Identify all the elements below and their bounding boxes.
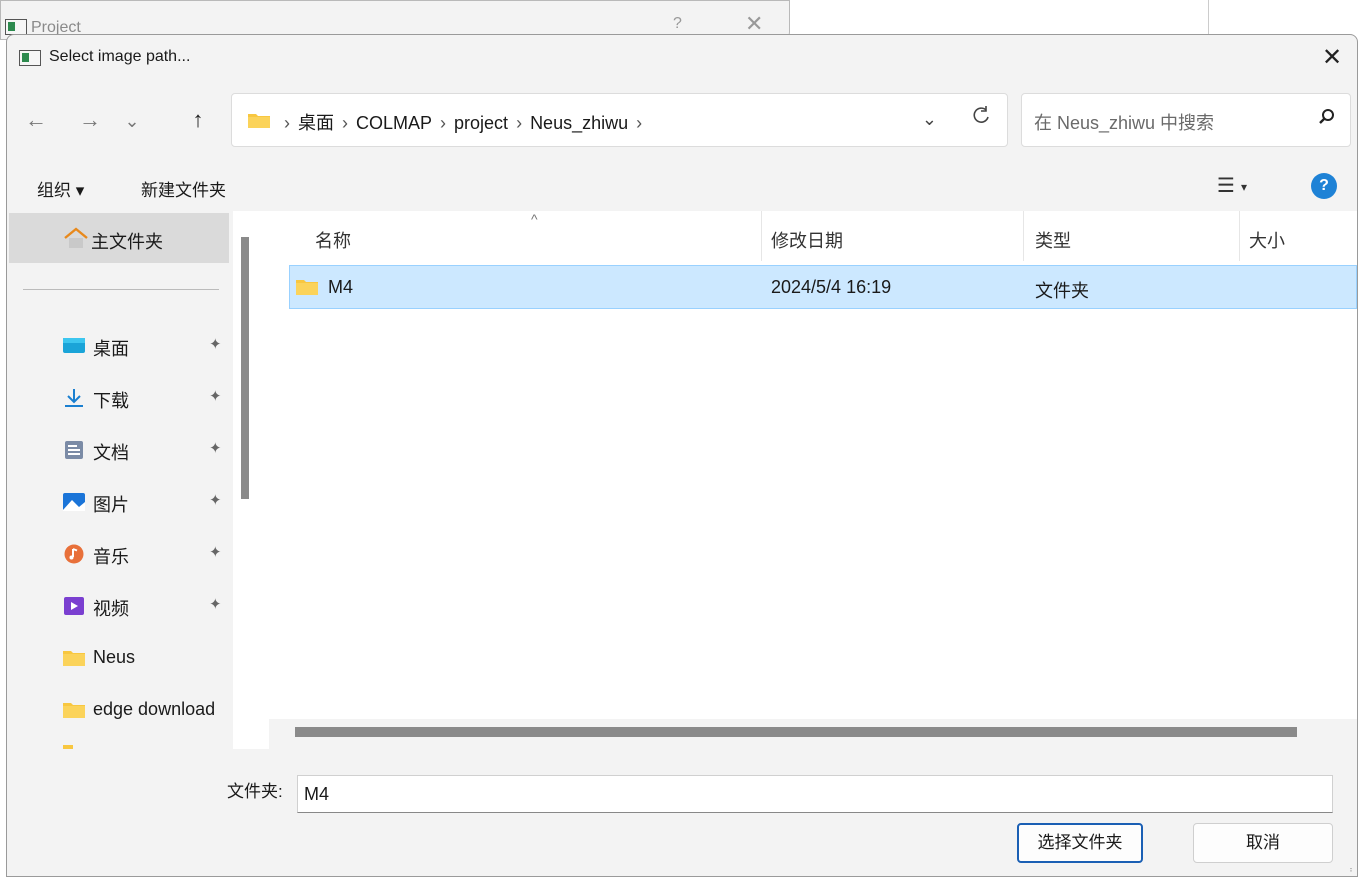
sidebar-item-label: 下载 (93, 391, 129, 411)
folder-label: 文件夹: (227, 782, 283, 801)
breadcrumb-colmap[interactable]: COLMAP (356, 113, 432, 133)
pin-icon[interactable]: ✦ (209, 595, 222, 613)
dialog-app-icon (19, 50, 41, 66)
folder-icon (296, 280, 318, 295)
list-view-icon: ☰ (1217, 175, 1235, 197)
select-folder-button[interactable]: 选择文件夹 (1017, 823, 1143, 863)
sidebar-item-desktop[interactable]: 桌面 ✦ (63, 333, 233, 363)
sidebar-item-label: 视频 (93, 599, 129, 619)
folder-icon (63, 651, 85, 666)
sidebar-item-label: 文档 (93, 443, 129, 463)
column-header-type[interactable]: 类型 (1035, 227, 1071, 253)
new-folder-button[interactable]: 新建文件夹 (141, 176, 226, 201)
forward-button[interactable]: → (75, 107, 105, 133)
desktop-icon (63, 338, 85, 353)
pin-icon[interactable]: ✦ (209, 335, 222, 353)
column-divider[interactable] (1239, 211, 1240, 261)
breadcrumb-separator[interactable]: › (636, 113, 642, 133)
column-header-name[interactable]: 名称 (315, 227, 351, 253)
video-icon (64, 597, 84, 615)
horizontal-scrollbar[interactable] (295, 727, 1297, 737)
help-icon[interactable]: ? (1311, 173, 1337, 199)
folder-name-value[interactable]: M4 (304, 784, 329, 805)
search-icon[interactable] (1318, 108, 1336, 132)
dialog-titlebar: Select image path... ✕ (7, 35, 1357, 81)
pin-icon[interactable]: ✦ (209, 439, 222, 457)
sidebar-item-home[interactable]: 主文件夹 (9, 213, 229, 263)
sidebar-item-label: edge download (93, 699, 216, 719)
folder-icon (248, 114, 270, 128)
view-options-button[interactable]: ☰ ▾ (1217, 173, 1247, 198)
background-divider (1208, 0, 1209, 36)
address-bar[interactable]: › 桌面 › COLMAP › project › Neus_zhiwu › ⌄ (231, 93, 1008, 147)
search-input[interactable]: 在 Neus_zhiwu 中搜索 (1034, 109, 1214, 135)
pin-icon[interactable]: ✦ (209, 491, 222, 509)
column-header-modified[interactable]: 修改日期 (771, 227, 843, 253)
folder-icon (63, 703, 85, 718)
sidebar-item-label: 桌面 (93, 339, 129, 359)
pin-icon[interactable]: ✦ (209, 543, 222, 561)
sidebar-divider (23, 289, 219, 290)
file-name: M4 (328, 277, 354, 297)
breadcrumb-project[interactable]: project (454, 113, 508, 133)
back-button[interactable]: ← (21, 107, 51, 133)
sidebar-item-label: 音乐 (93, 547, 129, 567)
sidebar-item-music[interactable]: 音乐 ✦ (63, 541, 233, 571)
background-help-button[interactable]: ? (673, 15, 682, 33)
breadcrumb-desktop[interactable]: 桌面 (298, 113, 334, 133)
search-box[interactable]: 在 Neus_zhiwu 中搜索 (1021, 93, 1351, 147)
cancel-button[interactable]: 取消 (1193, 823, 1333, 863)
sidebar-item-videos[interactable]: 视频 ✦ (63, 593, 233, 623)
navigation-pane: 主文件夹 桌面 ✦ 下载 ✦ 文档 ✦ 图片 ✦ 音乐 ✦ 视频 ✦ Neus … (9, 211, 233, 749)
sidebar-scrollbar[interactable] (241, 237, 249, 499)
document-icon (65, 441, 83, 459)
pictures-icon (63, 493, 85, 511)
breadcrumb-separator[interactable]: › (516, 113, 522, 133)
home-icon (64, 227, 88, 248)
sidebar-item-label: 主文件夹 (91, 232, 163, 252)
address-dropdown-icon[interactable]: ⌄ (922, 109, 937, 130)
music-icon (64, 544, 84, 564)
sidebar-item-documents[interactable]: 文档 ✦ (63, 437, 233, 467)
column-header-size[interactable]: 大小 (1249, 227, 1285, 253)
sidebar-item-edge-download[interactable]: edge download (63, 697, 233, 727)
recent-locations-button[interactable]: ⌄ (117, 111, 147, 132)
breadcrumb: › 桌面 › COLMAP › project › Neus_zhiwu › (276, 109, 650, 135)
refresh-icon[interactable] (971, 105, 991, 131)
breadcrumb-neus-zhiwu[interactable]: Neus_zhiwu (530, 113, 628, 133)
breadcrumb-separator[interactable]: › (342, 113, 348, 133)
file-type: 文件夹 (1035, 281, 1089, 301)
up-button[interactable]: ↑ (183, 107, 213, 133)
resize-grip-icon[interactable]: ⠆ (1349, 865, 1355, 874)
sidebar-item-pictures[interactable]: 图片 ✦ (63, 489, 233, 519)
file-dialog: Select image path... ✕ ← → ⌄ ↑ › 桌面 › COLMA… (6, 34, 1358, 877)
sidebar-item-label: 图片 (93, 495, 129, 515)
dialog-footer (7, 749, 1357, 876)
breadcrumb-separator: › (284, 113, 290, 133)
chevron-down-icon: ▾ (1240, 179, 1247, 194)
file-modified: 2024/5/4 16:19 (771, 277, 892, 297)
sidebar-item-downloads[interactable]: 下载 ✦ (63, 385, 233, 415)
file-list: ^ 名称 修改日期 类型 大小 M4 2024/5/4 16:19 文件夹 (259, 211, 1357, 749)
breadcrumb-separator[interactable]: › (440, 113, 446, 133)
table-row[interactable]: M4 2024/5/4 16:19 文件夹 (289, 265, 1357, 309)
column-divider[interactable] (761, 211, 762, 261)
pin-icon[interactable]: ✦ (209, 387, 222, 405)
close-button[interactable]: ✕ (1315, 41, 1349, 75)
download-icon (65, 389, 83, 407)
folder-name-field[interactable]: M4 (297, 775, 1333, 813)
organize-menu[interactable]: 组织 ▾ (37, 176, 84, 201)
column-divider[interactable] (1023, 211, 1024, 261)
content-area: 主文件夹 桌面 ✦ 下载 ✦ 文档 ✦ 图片 ✦ 音乐 ✦ 视频 ✦ Neus … (9, 211, 1357, 749)
app-icon (5, 19, 27, 35)
sort-caret-icon: ^ (531, 211, 538, 227)
sidebar-item-label: Neus (93, 647, 136, 667)
dialog-title: Select image path... (49, 48, 191, 65)
sidebar-item-neus[interactable]: Neus (63, 645, 233, 675)
